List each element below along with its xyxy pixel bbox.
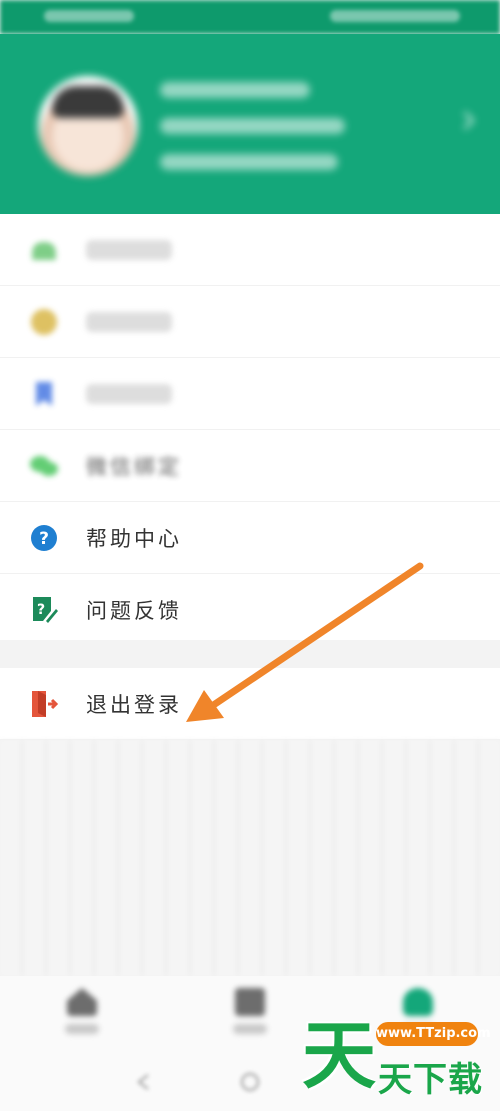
menu-item-label-placeholder — [86, 239, 172, 260]
profile-username-line — [160, 118, 345, 134]
menu-item-label-placeholder — [86, 311, 172, 332]
menu-item-favorites[interactable] — [0, 358, 500, 430]
home-icon — [67, 988, 97, 1016]
menu-item-feedback[interactable]: ? 问题反馈 — [0, 574, 500, 646]
home-nav-icon[interactable] — [240, 1072, 260, 1092]
avatar-hair — [52, 86, 124, 118]
back-nav-icon[interactable] — [134, 1072, 154, 1092]
bookmark-icon — [28, 378, 60, 410]
menu-item-downloads[interactable] — [0, 214, 500, 286]
section-gap — [0, 640, 500, 668]
menu-item-label: 问题反馈 — [86, 598, 182, 623]
tab-label-placeholder — [65, 1024, 99, 1034]
user-icon — [403, 988, 433, 1016]
profile-header[interactable] — [0, 34, 500, 214]
grid-icon — [235, 988, 265, 1016]
menu-item-label: 微信绑定 — [86, 454, 182, 479]
menu-item-help-center[interactable]: ? 帮助中心 — [0, 502, 500, 574]
wechat-icon — [28, 450, 60, 482]
profile-school-line — [160, 154, 338, 170]
status-right-indicators — [330, 10, 460, 22]
logout-icon — [28, 688, 60, 720]
watermark-big-char: 天 — [302, 1013, 376, 1099]
watermark-logo: 天 www.TTzip.com 天下载 — [302, 1013, 492, 1100]
feedback-icon: ? — [28, 594, 60, 626]
svg-text:?: ? — [39, 529, 49, 549]
profile-header-content — [0, 34, 500, 214]
logout-label: 退出登录 — [86, 692, 182, 717]
status-left-indicators — [44, 10, 134, 22]
coin-icon — [28, 306, 60, 338]
status-bar — [0, 0, 500, 34]
logout-section: 退出登录 — [0, 668, 500, 740]
tab-label-placeholder — [233, 1024, 267, 1034]
menu-item-wechat-bind[interactable]: 微信绑定 — [0, 430, 500, 502]
menu-item-label: 帮助中心 — [86, 526, 182, 551]
svg-text:?: ? — [37, 602, 45, 618]
tab-home[interactable] — [52, 988, 112, 1048]
menu-list: 微信绑定 ? 帮助中心 ? 问题反馈 — [0, 214, 500, 646]
blurred-background-area — [0, 740, 500, 976]
chevron-right-icon — [456, 111, 475, 130]
android-icon — [28, 234, 60, 266]
watermark-url: www.TTzip.com — [376, 1022, 491, 1046]
menu-item-label-placeholder — [86, 383, 172, 404]
help-icon: ? — [28, 522, 60, 554]
menu-item-coins[interactable] — [0, 286, 500, 358]
logout-button[interactable]: 退出登录 — [0, 668, 500, 740]
watermark-brand-text: 天下载 — [378, 1060, 483, 1100]
tab-category[interactable] — [220, 988, 280, 1048]
profile-name-line — [160, 82, 310, 98]
